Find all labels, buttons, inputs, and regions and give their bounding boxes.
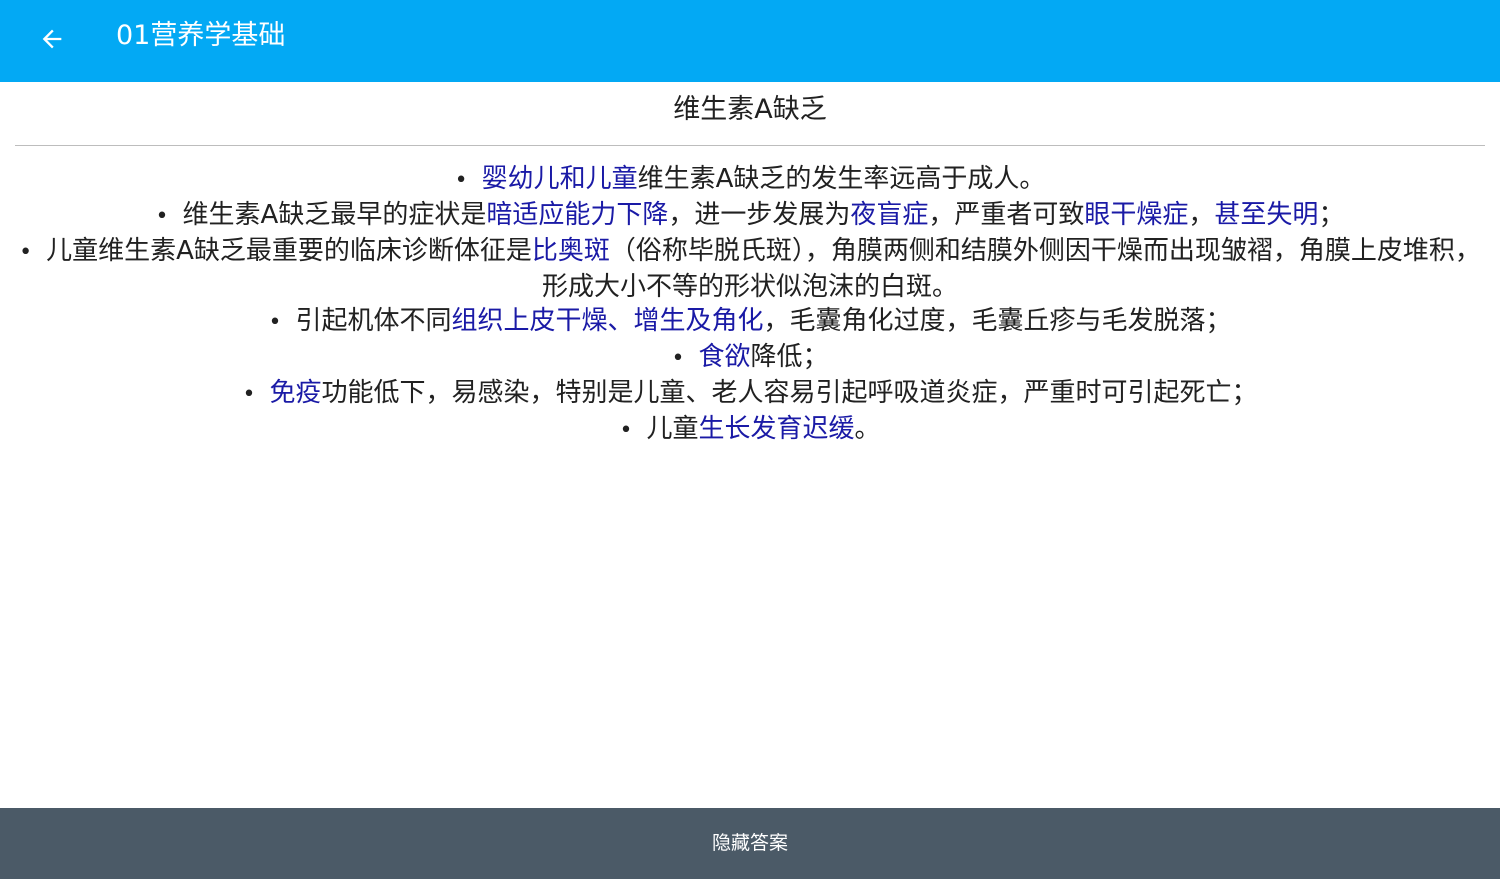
- hide-answer-label: 隐藏答案: [711, 832, 788, 854]
- answer-text: 功能低下，易感染，特别是儿童、老人容易引起呼吸道炎症，严重时可引起死亡；: [321, 378, 1258, 408]
- answer-text: 儿童维生素A缺乏最重要的临床诊断体征是: [46, 236, 532, 266]
- answer-text: ，严重者可致: [928, 200, 1085, 230]
- answer-bullet: 食欲降低；: [10, 340, 1490, 376]
- answer-text: 维生素A缺乏的发生率远高于成人。: [637, 164, 1046, 194]
- highlighted-term: 夜盲症: [850, 200, 929, 230]
- highlighted-term: 食欲: [698, 342, 751, 372]
- highlighted-term: 眼干燥症: [1084, 200, 1189, 230]
- answer-text: ；: [1318, 200, 1345, 230]
- answer-text: 维生素A缺乏最早的症状是: [182, 200, 487, 230]
- app-bar: 01营养学基础: [0, 0, 1500, 82]
- answer-bullet: 引起机体不同组织上皮干燥、增生及角化，毛囊角化过度，毛囊丘疹与毛发脱落；: [10, 304, 1490, 340]
- highlighted-term: 组织上皮干燥、增生及角化: [451, 306, 764, 336]
- arrow-left-icon: [38, 25, 66, 57]
- answer-bullet: 儿童生长发育迟缓。: [10, 412, 1490, 448]
- answer-bullet: 婴幼儿和儿童维生素A缺乏的发生率远高于成人。: [10, 162, 1490, 198]
- answer-card: 维生素A缺乏 婴幼儿和儿童维生素A缺乏的发生率远高于成人。维生素A缺乏最早的症状…: [0, 82, 1500, 808]
- highlighted-term: 生长发育迟缓: [698, 414, 855, 444]
- answer-text: 引起机体不同: [295, 306, 452, 336]
- answer-bullet: 维生素A缺乏最早的症状是暗适应能力下降，进一步发展为夜盲症，严重者可致眼干燥症，…: [10, 198, 1490, 234]
- hide-answer-button[interactable]: 隐藏答案: [0, 808, 1500, 879]
- divider: [15, 145, 1485, 146]
- answer-text: ，进一步发展为: [668, 200, 851, 230]
- answer-bullet: 儿童维生素A缺乏最重要的临床诊断体征是比奥斑（俗称毕脱氏斑），角膜两侧和结膜外侧…: [10, 234, 1490, 304]
- answer-text: 儿童: [646, 414, 699, 444]
- answer-text: ，毛囊角化过度，毛囊丘疹与毛发脱落；: [763, 306, 1232, 336]
- highlighted-term: 比奥斑: [531, 236, 610, 266]
- card-title: 维生素A缺乏: [673, 94, 827, 125]
- highlighted-term: 暗适应能力下降: [486, 200, 669, 230]
- answer-text: 。: [854, 414, 881, 444]
- answer-text: ，: [1188, 200, 1215, 230]
- highlighted-term: 甚至失明: [1214, 200, 1319, 230]
- back-button[interactable]: [24, 13, 80, 69]
- answer-text: 降低；: [750, 342, 829, 372]
- answer-text: （俗称毕脱氏斑），角膜两侧和结膜外侧因干燥而出现皱褶，角膜上皮堆积，形成大小不等…: [541, 236, 1481, 302]
- answer-list: 婴幼儿和儿童维生素A缺乏的发生率远高于成人。维生素A缺乏最早的症状是暗适应能力下…: [10, 162, 1490, 448]
- highlighted-term: 婴幼儿和儿童: [481, 164, 638, 194]
- app-title: 01营养学基础: [116, 20, 286, 51]
- highlighted-term: 免疫: [269, 378, 322, 408]
- answer-bullet: 免疫功能低下，易感染，特别是儿童、老人容易引起呼吸道炎症，严重时可引起死亡；: [10, 376, 1490, 412]
